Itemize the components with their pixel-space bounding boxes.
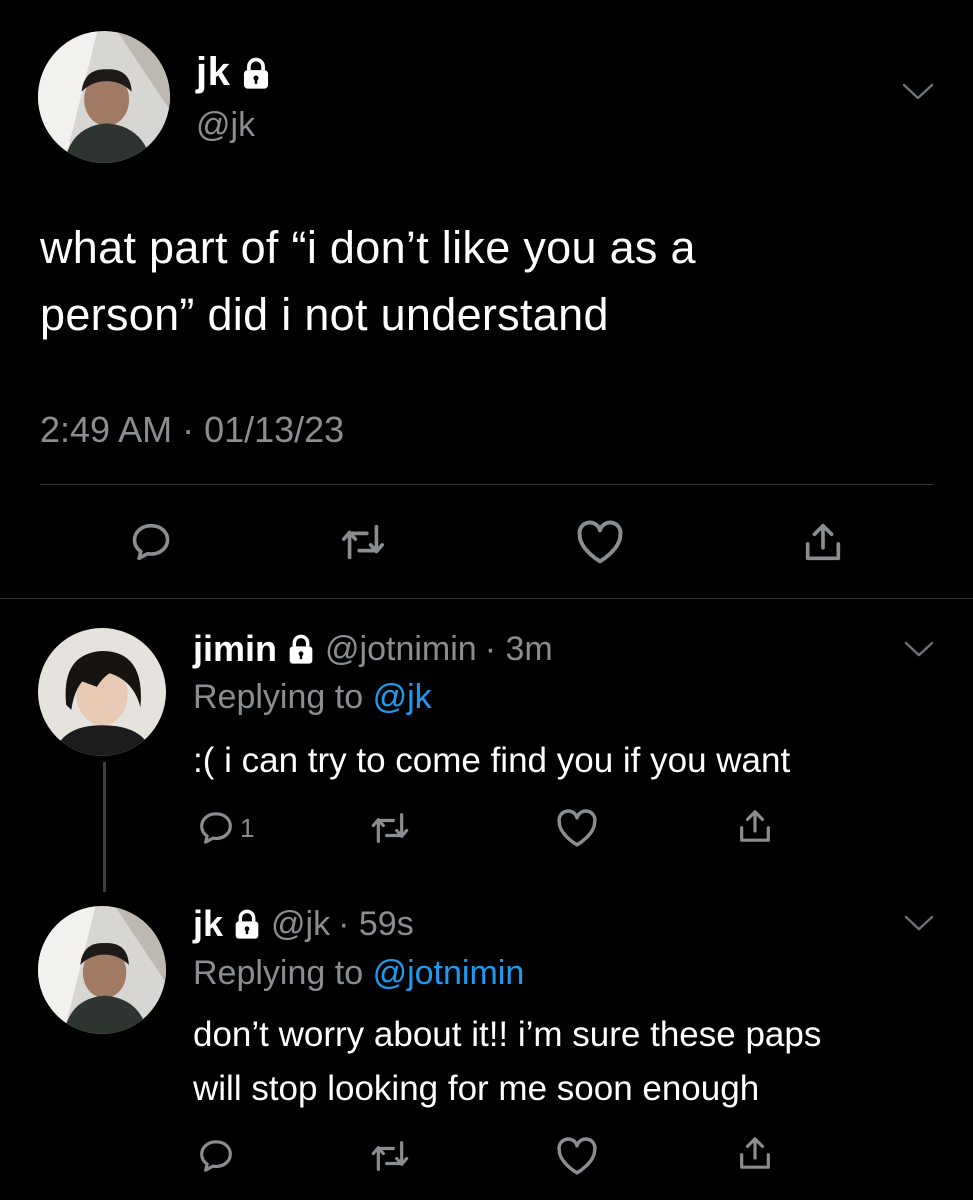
author-handle[interactable]: @jk	[271, 905, 330, 944]
divider	[0, 598, 973, 599]
divider	[40, 484, 933, 485]
author-row: jk	[196, 50, 273, 95]
chevron-down-icon[interactable]	[902, 83, 934, 101]
share-icon[interactable]	[735, 1133, 775, 1173]
lock-icon	[239, 56, 273, 90]
avatar-jk[interactable]	[38, 31, 170, 163]
main-tweet: jk @jk what part of “i don’t like you as…	[0, 0, 973, 598]
reply-count: 1	[240, 812, 255, 843]
reply-header: jimin @jotnimin · 3m	[193, 628, 553, 670]
reply-text: :( i can try to come find you if you wan…	[193, 734, 953, 788]
replying-to: Replying to @jotnimin	[193, 954, 524, 993]
replying-label: Replying to	[193, 954, 364, 992]
author-handle[interactable]: @jk	[196, 106, 255, 145]
tweet-text-line: person” did i not understand	[40, 289, 609, 340]
time-ago: · 59s	[338, 904, 414, 943]
reply-text-line: will stop looking for me soon enough	[193, 1069, 760, 1108]
share-icon[interactable]	[735, 806, 775, 846]
like-icon[interactable]	[555, 1136, 599, 1176]
author-name[interactable]: jimin	[193, 628, 277, 670]
like-icon[interactable]	[555, 808, 599, 848]
replying-to-link[interactable]: @jk	[373, 678, 432, 716]
avatar-jimin[interactable]	[38, 628, 166, 756]
author-name[interactable]: jk	[193, 903, 223, 945]
reply-icon[interactable]	[196, 808, 236, 848]
author-name[interactable]: jk	[196, 50, 230, 95]
lock-icon	[285, 633, 317, 665]
replying-label: Replying to	[193, 678, 364, 716]
thread-connector	[103, 762, 106, 892]
replying-to-link[interactable]: @jotnimin	[373, 954, 525, 992]
reply-icon[interactable]	[128, 519, 174, 565]
tweet-text-line: what part of “i don’t like you as a	[40, 222, 696, 273]
retweet-icon[interactable]	[368, 808, 412, 848]
time-ago: · 3m	[484, 629, 553, 668]
lock-icon	[231, 908, 263, 940]
reply-header: jk @jk · 59s	[193, 903, 414, 945]
replying-to: Replying to @jk	[193, 678, 432, 717]
chevron-down-icon[interactable]	[904, 915, 934, 932]
avatar-jk[interactable]	[38, 906, 166, 1034]
reply-text-line: :( i can try to come find you if you wan…	[193, 741, 791, 780]
tweet-text: what part of “i don’t like you as a pers…	[40, 214, 940, 348]
chevron-down-icon[interactable]	[904, 641, 934, 658]
retweet-icon[interactable]	[338, 519, 388, 565]
reply-action[interactable]: 1	[196, 808, 254, 848]
timestamp[interactable]: 2:49 AM · 01/13/23	[40, 409, 344, 451]
reply-text-line: don’t worry about it!! i’m sure these pa…	[193, 1015, 822, 1054]
retweet-icon[interactable]	[368, 1136, 412, 1176]
author-handle[interactable]: @jotnimin	[325, 630, 477, 669]
reply-icon[interactable]	[196, 1136, 236, 1176]
like-icon[interactable]	[575, 519, 625, 565]
share-icon[interactable]	[800, 519, 846, 565]
reply-text: don’t worry about it!! i’m sure these pa…	[193, 1008, 953, 1116]
